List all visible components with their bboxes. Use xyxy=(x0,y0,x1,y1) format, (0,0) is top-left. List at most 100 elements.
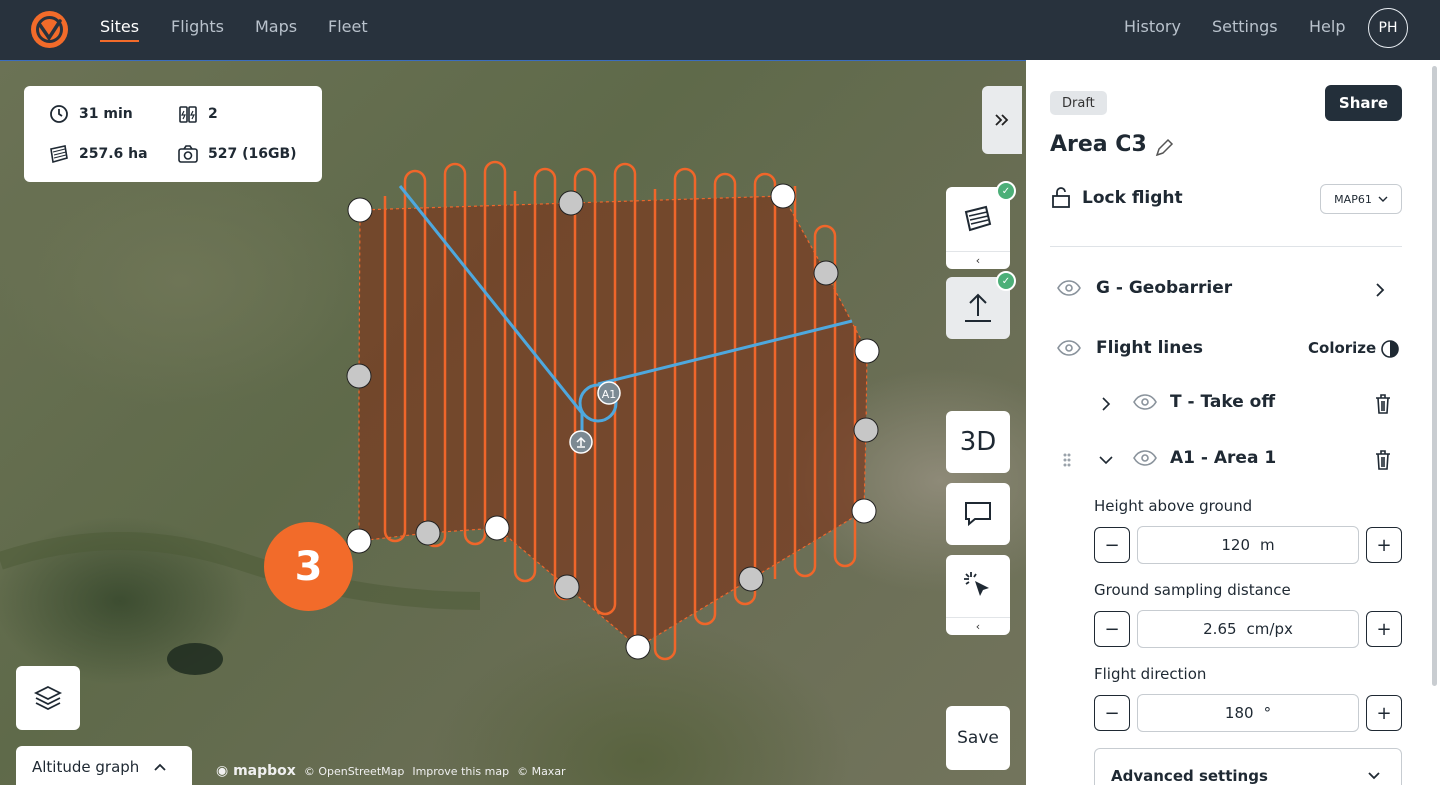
height-decrement-button[interactable]: − xyxy=(1094,527,1130,563)
status-badge: Draft xyxy=(1050,91,1107,115)
nav-sites[interactable]: Sites xyxy=(100,17,140,42)
chevron-left-icon[interactable]: ‹ xyxy=(946,617,1010,635)
nav-maps[interactable]: Maps xyxy=(255,17,297,36)
battery-icon xyxy=(179,106,197,123)
chevron-down-icon[interactable] xyxy=(1098,454,1114,466)
gsd-label: Ground sampling distance xyxy=(1094,581,1291,599)
direction-input[interactable]: 180 ° xyxy=(1137,694,1359,732)
height-input[interactable]: 120 m xyxy=(1137,526,1359,564)
edit-pencil-icon[interactable] xyxy=(1152,136,1176,160)
direction-unit: ° xyxy=(1263,704,1272,722)
flight-lines-row[interactable]: Flight lines xyxy=(1056,338,1203,358)
map-select[interactable]: MAP61 xyxy=(1320,184,1402,214)
survey-area-polygon[interactable] xyxy=(358,195,868,648)
chevron-down-icon xyxy=(1368,772,1380,780)
comment-icon xyxy=(965,502,991,527)
gsd-decrement-button[interactable]: − xyxy=(1094,611,1130,647)
advanced-settings-dropdown[interactable]: Advanced settings xyxy=(1094,748,1402,785)
lock-flight-toggle[interactable]: Lock flight xyxy=(1050,187,1183,209)
brand-logo-icon xyxy=(36,16,63,43)
map-canvas[interactable]: A1 31 min 2 257.6 ha 527 (16GB) ✓ ‹ ✓ 3D… xyxy=(0,60,1026,785)
mapbox-logo[interactable]: ◉ mapbox xyxy=(216,763,296,779)
save-button[interactable]: Save xyxy=(946,706,1010,770)
area-tool-button[interactable]: ✓ ‹ xyxy=(946,181,1016,269)
share-button[interactable]: Share xyxy=(1325,85,1402,121)
clock-icon xyxy=(50,105,68,123)
stat-photos-value: 527 (16GB) xyxy=(208,146,297,162)
trash-icon[interactable] xyxy=(1373,449,1393,471)
stat-area-value: 257.6 ha xyxy=(79,146,148,162)
divider xyxy=(1050,246,1402,247)
map-attribution: ◉ mapbox © OpenStreetMap Improve this ma… xyxy=(216,763,566,779)
nav-settings[interactable]: Settings xyxy=(1212,17,1278,36)
terrain-lake xyxy=(167,643,223,675)
area1-label: A1 - Area 1 xyxy=(1170,448,1277,468)
stat-duration-value: 31 min xyxy=(79,106,133,122)
eye-icon[interactable] xyxy=(1056,339,1082,357)
cursor-click-icon xyxy=(964,572,989,596)
nav-fleet[interactable]: Fleet xyxy=(328,17,368,36)
altitude-graph-toggle[interactable]: Altitude graph xyxy=(16,746,192,785)
geobarrier-label: G - Geobarrier xyxy=(1096,278,1233,298)
step-badge: 3 xyxy=(264,522,353,611)
gsd-unit: cm/px xyxy=(1246,620,1293,638)
eye-icon[interactable] xyxy=(1056,279,1082,297)
takeoff-row[interactable]: T - Take off xyxy=(1132,392,1275,412)
eye-icon[interactable] xyxy=(1132,449,1158,467)
select-tool-button[interactable]: ‹ xyxy=(946,555,1010,635)
stat-batteries: 2 xyxy=(177,103,218,125)
nav-help[interactable]: Help xyxy=(1309,17,1345,36)
camera-icon xyxy=(178,145,198,163)
upload-button[interactable]: ✓ xyxy=(946,271,1016,339)
direction-value: 180 xyxy=(1224,704,1254,722)
eye-icon[interactable] xyxy=(1132,393,1158,411)
terrain-river xyxy=(0,532,481,610)
area1-row[interactable]: A1 - Area 1 xyxy=(1132,448,1276,468)
stat-area: 257.6 ha xyxy=(48,143,148,165)
colorize-label[interactable]: Colorize xyxy=(1308,339,1376,357)
area-icon xyxy=(50,145,68,164)
layers-icon xyxy=(33,685,63,711)
direction-increment-button[interactable]: + xyxy=(1366,695,1402,731)
geobarrier-row[interactable]: G - Geobarrier xyxy=(1056,278,1232,298)
gsd-input[interactable]: 2.65 cm/px xyxy=(1137,610,1359,648)
page-title: Area C3 xyxy=(1050,132,1147,157)
user-avatar[interactable]: PH xyxy=(1368,8,1408,48)
map-select-value: MAP61 xyxy=(1334,192,1372,206)
brand-logo[interactable] xyxy=(31,11,68,48)
stat-photos: 527 (16GB) xyxy=(177,143,297,165)
advanced-settings-label: Advanced settings xyxy=(1111,767,1268,785)
contrast-icon[interactable] xyxy=(1380,339,1400,359)
layers-button[interactable] xyxy=(16,666,80,730)
height-increment-button[interactable]: + xyxy=(1366,527,1402,563)
collapse-panel-button[interactable] xyxy=(982,86,1022,154)
gsd-increment-button[interactable]: + xyxy=(1366,611,1402,647)
upload-icon xyxy=(965,293,991,322)
direction-decrement-button[interactable]: − xyxy=(1094,695,1130,731)
flight-details-panel: Draft Share Area C3 Lock flight MAP61 G … xyxy=(1026,60,1440,785)
comment-button[interactable] xyxy=(946,483,1010,545)
osm-attribution[interactable]: © OpenStreetMap xyxy=(304,765,405,778)
nav-flights[interactable]: Flights xyxy=(171,17,224,36)
chevron-right-icon[interactable] xyxy=(1100,396,1112,412)
chevron-down-icon xyxy=(1378,196,1388,202)
maxar-attribution[interactable]: © Maxar xyxy=(517,765,566,778)
area-polygon-icon xyxy=(964,205,992,232)
nav-history[interactable]: History xyxy=(1124,17,1181,36)
stat-duration: 31 min xyxy=(48,103,133,125)
flight-stats-card: 31 min 2 257.6 ha 527 (16GB) xyxy=(24,86,322,182)
improve-map-link[interactable]: Improve this map xyxy=(412,765,509,778)
check-icon: ✓ xyxy=(996,181,1016,201)
trash-icon[interactable] xyxy=(1373,393,1393,415)
chevron-right-icon[interactable] xyxy=(1374,282,1386,298)
3d-view-button[interactable]: 3D xyxy=(946,411,1010,473)
panel-scrollbar[interactable] xyxy=(1432,66,1437,686)
double-chevron-right-icon xyxy=(995,114,1009,126)
lock-flight-label: Lock flight xyxy=(1082,188,1183,208)
drag-handle-icon[interactable] xyxy=(1062,452,1072,468)
top-navigation: Sites Flights Maps Fleet History Setting… xyxy=(0,0,1440,60)
direction-label: Flight direction xyxy=(1094,665,1207,683)
area-marker-label: A1 xyxy=(602,388,617,401)
lock-open-icon xyxy=(1052,187,1070,208)
chevron-left-icon[interactable]: ‹ xyxy=(946,251,1010,269)
